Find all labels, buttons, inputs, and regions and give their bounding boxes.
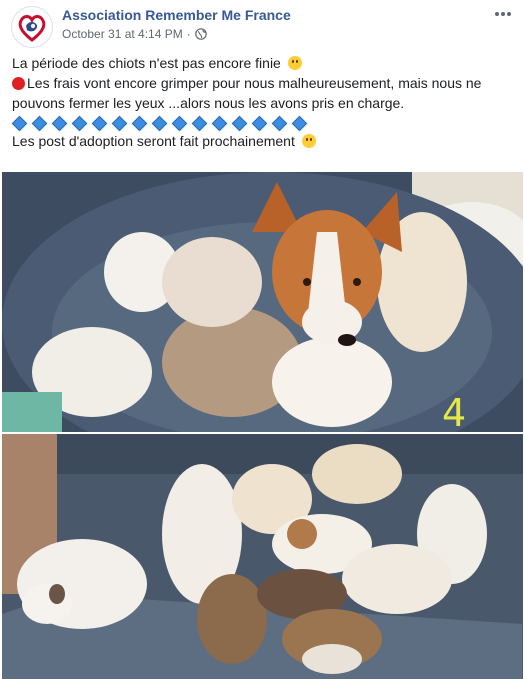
heart-logo-icon xyxy=(13,8,51,46)
facebook-post: Association Remember Me France October 3… xyxy=(0,0,525,679)
blue-diamond-emoji-icon xyxy=(251,115,268,131)
blue-diamond-emoji-icon xyxy=(151,115,168,131)
blue-diamond-emoji-icon xyxy=(291,115,308,131)
puppies-litter-image xyxy=(2,434,523,679)
message-line-1-text: La période des chiots n'est pas encore f… xyxy=(12,55,281,71)
page-avatar[interactable] xyxy=(11,6,53,48)
blue-diamond-emoji-icon xyxy=(171,115,188,131)
message-line-2-text: Les frais vont encore grimper pour nous … xyxy=(12,75,482,111)
post-photo-2[interactable] xyxy=(2,434,523,679)
blue-diamond-emoji-icon xyxy=(71,115,88,131)
message-line-4-text: Les post d'adoption seront fait prochain… xyxy=(12,133,295,149)
blue-diamond-emoji-icon xyxy=(111,115,128,131)
post-timestamp[interactable]: October 31 at 4:14 PM xyxy=(62,27,183,41)
blue-diamond-row xyxy=(11,115,512,131)
blue-diamond-emoji-icon xyxy=(51,115,68,131)
blue-diamond-emoji-icon xyxy=(91,115,108,131)
blue-diamond-emoji-icon xyxy=(131,115,148,131)
page-name-link[interactable]: Association Remember Me France xyxy=(62,7,291,23)
post-header: Association Remember Me France October 3… xyxy=(0,0,525,52)
meta-separator: · xyxy=(186,27,191,41)
smile-emoji-icon xyxy=(301,134,316,148)
blue-diamond-emoji-icon xyxy=(191,115,208,131)
blue-diamond-emoji-icon xyxy=(211,115,228,131)
message-line-4: Les post d'adoption seront fait prochain… xyxy=(12,131,512,151)
blue-diamond-emoji-icon xyxy=(231,115,248,131)
sad-face-emoji-icon xyxy=(287,56,302,70)
post-photo-1[interactable]: 4 xyxy=(2,172,523,432)
photo-number-label: 4 xyxy=(442,391,466,432)
red-circle-emoji-icon xyxy=(12,77,25,90)
blue-diamond-emoji-icon xyxy=(271,115,288,131)
corgi-with-puppies-image: 4 xyxy=(2,172,523,432)
post-message: La période des chiots n'est pas encore f… xyxy=(11,53,512,151)
blue-diamond-emoji-icon xyxy=(31,115,48,131)
message-line-2: Les frais vont encore grimper pour nous … xyxy=(12,73,512,113)
post-meta: October 31 at 4:14 PM · xyxy=(62,27,207,41)
blue-diamond-emoji-icon xyxy=(11,115,28,131)
message-line-1: La période des chiots n'est pas encore f… xyxy=(12,53,512,73)
more-options-icon[interactable] xyxy=(492,6,514,22)
globe-icon[interactable] xyxy=(194,28,207,40)
